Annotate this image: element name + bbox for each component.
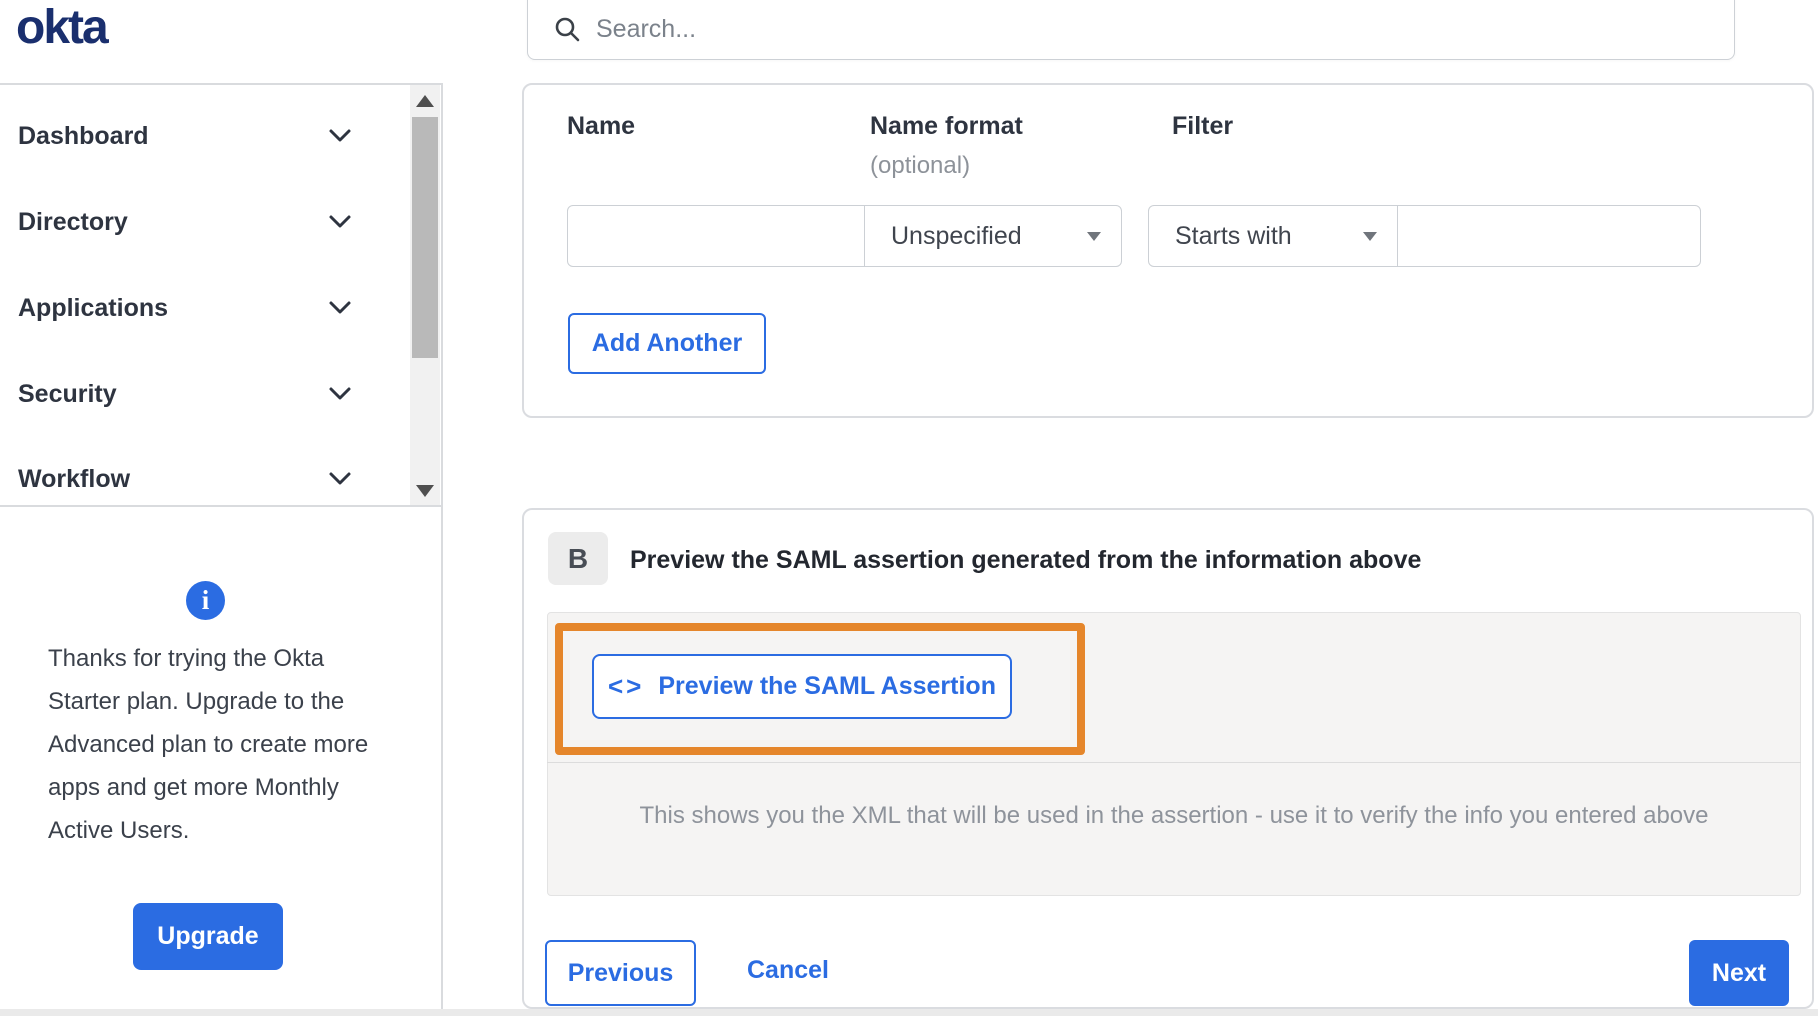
- name-format-select[interactable]: Unspecified: [864, 205, 1122, 267]
- name-format-optional-note: (optional): [870, 152, 971, 179]
- sidebar-item-dashboard[interactable]: Dashboard: [0, 108, 400, 164]
- sidebar-item-security[interactable]: Security: [0, 366, 400, 422]
- sidebar-top-divider: [0, 83, 441, 85]
- okta-logo[interactable]: okta: [16, 0, 109, 55]
- preview-note: This shows you the XML that will be used…: [639, 802, 1709, 829]
- chevron-down-icon: [329, 472, 351, 485]
- name-format-selected-value: Unspecified: [891, 221, 1022, 250]
- preview-button-label: Preview the SAML Assertion: [658, 672, 996, 700]
- sidebar-item-applications[interactable]: Applications: [0, 280, 400, 336]
- chevron-down-icon: [329, 301, 351, 314]
- dropdown-caret-icon: [1363, 231, 1377, 241]
- info-icon: i: [186, 581, 225, 620]
- attribute-name-field: [567, 205, 865, 267]
- filter-type-select[interactable]: Starts with: [1148, 205, 1398, 267]
- chevron-down-icon: [329, 215, 351, 228]
- code-icon: <>: [608, 671, 645, 701]
- sidebar-item-workflow[interactable]: Workflow: [0, 451, 400, 507]
- search-box: [527, 0, 1735, 60]
- previous-button[interactable]: Previous: [545, 940, 696, 1006]
- search-icon: [555, 17, 580, 42]
- okta-admin-page: okta Dashboard Directory Applications Se…: [0, 0, 1818, 1016]
- plan-message: Thanks for trying the Okta Starter plan.…: [48, 645, 369, 844]
- upgrade-button[interactable]: Upgrade: [133, 903, 283, 970]
- sidebar-item-label: Workflow: [18, 464, 131, 493]
- chevron-down-icon: [329, 387, 351, 400]
- scroll-down-icon[interactable]: [416, 485, 434, 497]
- sidebar-item-label: Directory: [18, 207, 128, 236]
- name-column-label: Name: [567, 112, 636, 140]
- filter-value-input[interactable]: [1398, 206, 1700, 266]
- filter-column-label: Filter: [1172, 112, 1234, 140]
- filter-value-field: [1397, 205, 1701, 267]
- preview-section-title: Preview the SAML assertion generated fro…: [630, 546, 1422, 574]
- preview-panel-divider: [547, 762, 1801, 763]
- chevron-down-icon: [329, 129, 351, 142]
- sidebar-item-label: Applications: [18, 293, 169, 322]
- sidebar-item-label: Dashboard: [18, 121, 149, 150]
- filter-type-selected-value: Starts with: [1175, 221, 1292, 250]
- sidebar-vertical-divider: [441, 83, 443, 1016]
- sidebar-scrollbar[interactable]: [410, 85, 440, 505]
- cancel-link[interactable]: Cancel: [747, 956, 829, 985]
- scroll-up-icon[interactable]: [416, 95, 434, 107]
- attribute-name-input[interactable]: [568, 206, 864, 266]
- page-bottom-strip: [0, 1009, 1818, 1016]
- add-another-button[interactable]: Add Another: [568, 313, 766, 374]
- name-format-column-label: Name format: [870, 112, 1023, 140]
- search-input[interactable]: [596, 14, 1596, 44]
- step-badge: B: [548, 532, 608, 585]
- next-button[interactable]: Next: [1689, 940, 1789, 1006]
- preview-saml-assertion-button[interactable]: <> Preview the SAML Assertion: [592, 654, 1012, 719]
- dropdown-caret-icon: [1087, 231, 1101, 241]
- sidebar-item-directory[interactable]: Directory: [0, 194, 400, 250]
- scrollbar-thumb[interactable]: [412, 117, 438, 358]
- sidebar-item-label: Security: [18, 379, 117, 408]
